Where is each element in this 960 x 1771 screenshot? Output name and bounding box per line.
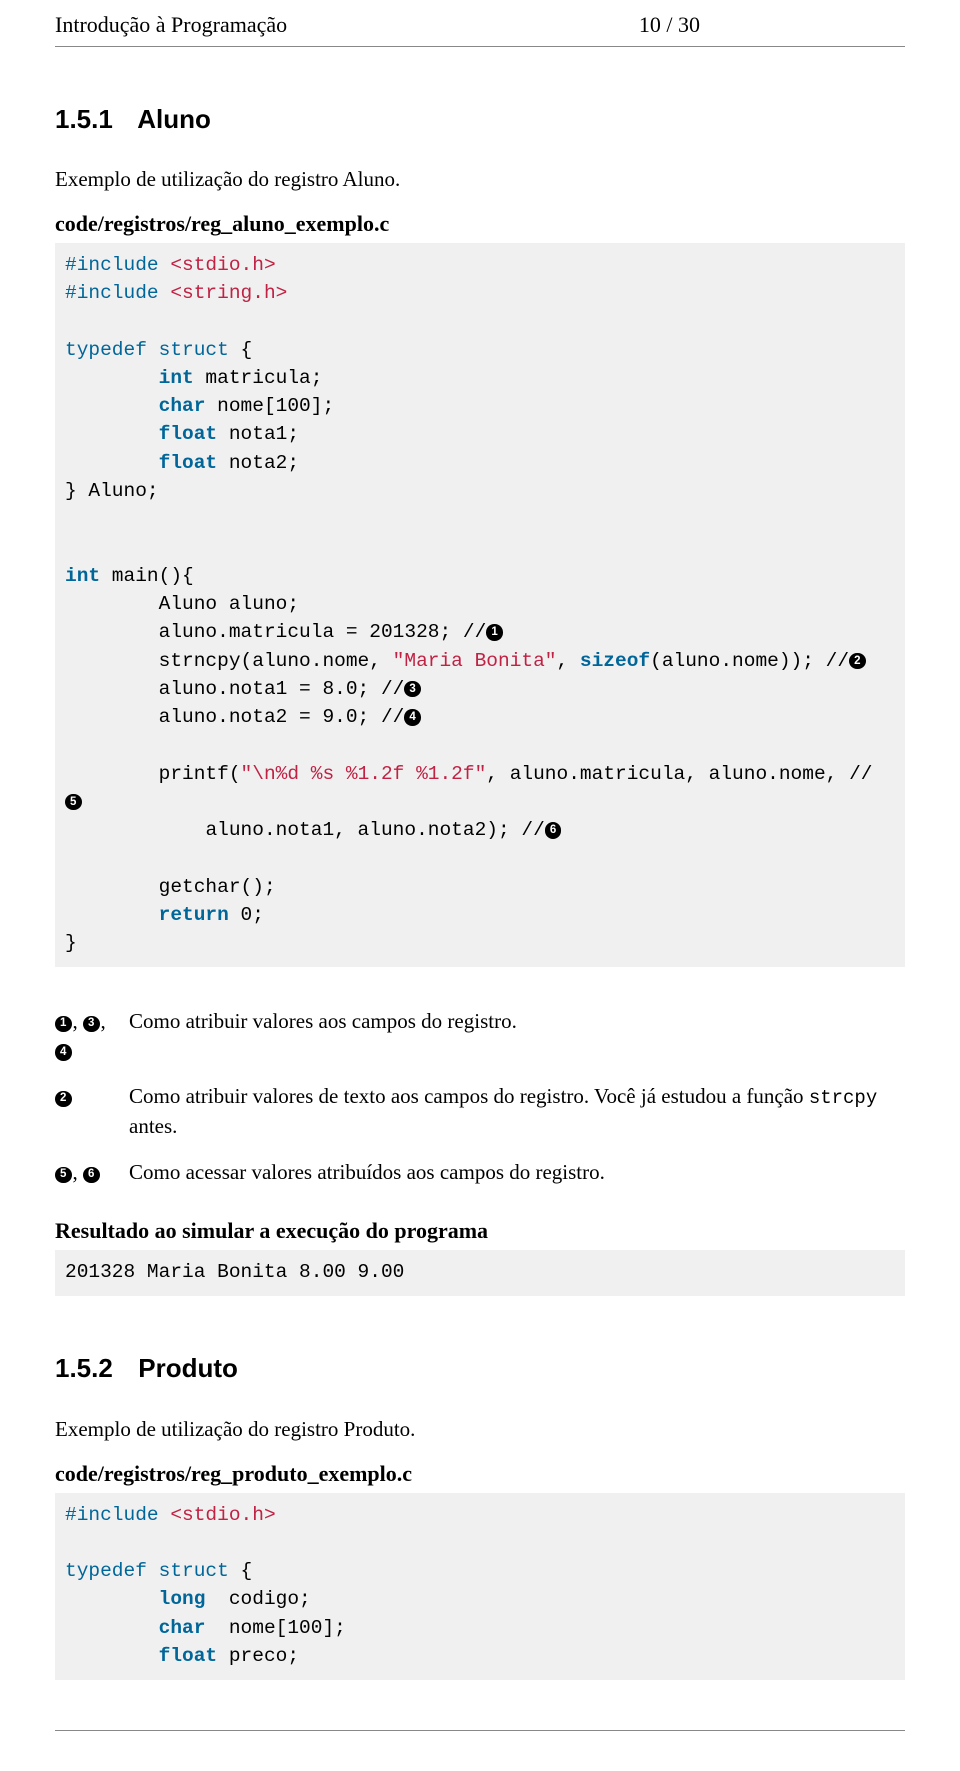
- callout-badge-6: 6: [545, 822, 562, 839]
- callout-lead: 2: [55, 1082, 119, 1140]
- code-file-label-produto: code/registros/reg_produto_exemplo.c: [55, 1459, 905, 1489]
- callout-badge-2: 2: [849, 653, 866, 670]
- section-heading-aluno: 1.5.1 Aluno: [55, 102, 905, 137]
- code-file-label-aluno: code/registros/reg_aluno_exemplo.c: [55, 209, 905, 239]
- callout-lead: 1, 3, 4: [55, 1007, 119, 1064]
- callout-badge: 5: [55, 1167, 72, 1184]
- section-intro-aluno: Exemplo de utilização do registro Aluno.: [55, 165, 905, 193]
- inline-code: strcpy: [809, 1087, 877, 1109]
- callout-badge: 2: [55, 1091, 72, 1108]
- callout-row: 1, 3, 4 Como atribuir valores aos campos…: [55, 1007, 905, 1064]
- section-title: Produto: [138, 1353, 238, 1383]
- footer-rule: [55, 1730, 905, 1731]
- section-title: Aluno: [137, 104, 211, 134]
- callout-desc: Como atribuir valores de texto aos campo…: [129, 1082, 905, 1140]
- callout-lead: 5, 6: [55, 1158, 119, 1186]
- callout-row: 5, 6 Como acessar valores atribuídos aos…: [55, 1158, 905, 1186]
- section-heading-produto: 1.5.2 Produto: [55, 1351, 905, 1386]
- callout-explanations: 1, 3, 4 Como atribuir valores aos campos…: [55, 1007, 905, 1186]
- callout-desc: Como acessar valores atribuídos aos camp…: [129, 1158, 905, 1186]
- section-number: 1.5.1: [55, 102, 131, 137]
- callout-badge-1: 1: [486, 624, 503, 641]
- page-indicator: 10 / 30: [639, 10, 700, 40]
- callout-badge: 4: [55, 1044, 72, 1061]
- callout-badge: 3: [83, 1016, 100, 1033]
- callout-desc: Como atribuir valores aos campos do regi…: [129, 1007, 905, 1064]
- code-block-aluno: #include <stdio.h> #include <string.h> t…: [55, 243, 905, 968]
- callout-badge-5: 5: [65, 794, 82, 811]
- callout-badge-3: 3: [404, 681, 421, 698]
- callout-badge: 1: [55, 1016, 72, 1033]
- result-output: 201328 Maria Bonita 8.00 9.00: [55, 1250, 905, 1296]
- callout-badge-4: 4: [404, 709, 421, 726]
- code-block-produto: #include <stdio.h> typedef struct { long…: [55, 1493, 905, 1681]
- section-number: 1.5.2: [55, 1351, 131, 1386]
- result-label: Resultado ao simular a execução do progr…: [55, 1216, 905, 1246]
- section-intro-produto: Exemplo de utilização do registro Produt…: [55, 1415, 905, 1443]
- header-rule: [55, 46, 905, 47]
- callout-row: 2 Como atribuir valores de texto aos cam…: [55, 1082, 905, 1140]
- running-head: Introdução à Programação 10 / 30: [55, 0, 905, 46]
- running-title: Introdução à Programação: [55, 10, 287, 40]
- callout-badge: 6: [83, 1167, 100, 1184]
